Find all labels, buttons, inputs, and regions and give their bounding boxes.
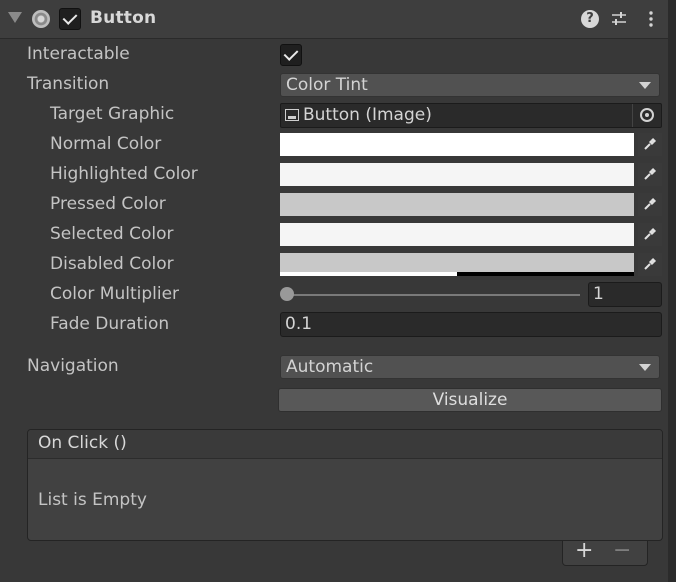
visualize-button[interactable]: Visualize bbox=[278, 388, 662, 412]
transition-label: Transition bbox=[27, 74, 110, 94]
component-enabled-checkbox[interactable] bbox=[59, 8, 81, 30]
color-multiplier-slider-thumb[interactable] bbox=[280, 287, 294, 301]
navigation-dropdown[interactable]: Automatic bbox=[280, 355, 660, 379]
foldout-arrow-icon[interactable] bbox=[8, 12, 22, 23]
settings-sliders-icon[interactable] bbox=[610, 10, 628, 28]
color-multiplier-label: Color Multiplier bbox=[50, 284, 180, 304]
on-click-event-list: On Click () List is Empty bbox=[27, 429, 663, 541]
button-component-icon bbox=[32, 10, 50, 28]
object-picker-button[interactable] bbox=[632, 104, 661, 127]
normal-color-eyedropper-button[interactable] bbox=[638, 133, 662, 156]
eyedropper-icon bbox=[644, 227, 657, 240]
highlighted-color-label: Highlighted Color bbox=[50, 164, 198, 184]
normal-color-field[interactable] bbox=[280, 133, 634, 156]
help-icon[interactable]: ? bbox=[581, 10, 599, 28]
target-graphic-label: Target Graphic bbox=[50, 104, 175, 124]
navigation-value: Automatic bbox=[286, 357, 374, 377]
disabled-color-field[interactable] bbox=[280, 253, 634, 276]
selected-color-label: Selected Color bbox=[50, 224, 174, 244]
kebab-menu-icon[interactable] bbox=[642, 10, 660, 28]
navigation-label: Navigation bbox=[27, 356, 119, 376]
interactable-label: Interactable bbox=[27, 44, 130, 64]
disabled-color-label: Disabled Color bbox=[50, 254, 174, 274]
kebab-menu-icon-graphic bbox=[649, 11, 653, 27]
pressed-color-field[interactable] bbox=[280, 193, 634, 216]
disabled-color-alpha-bar bbox=[280, 272, 634, 276]
color-multiplier-slider-track[interactable] bbox=[286, 294, 580, 296]
eyedropper-icon bbox=[644, 197, 657, 210]
on-click-title: On Click () bbox=[38, 433, 127, 453]
target-graphic-field[interactable]: Button (Image) bbox=[280, 103, 662, 128]
fade-duration-label: Fade Duration bbox=[50, 314, 170, 334]
highlighted-color-eyedropper-button[interactable] bbox=[638, 163, 662, 186]
component-header: Button ? bbox=[0, 0, 668, 39]
transition-dropdown[interactable]: Color Tint bbox=[280, 73, 660, 97]
pressed-color-label: Pressed Color bbox=[50, 194, 166, 214]
settings-sliders-icon-graphic bbox=[612, 12, 626, 25]
empty-list-message: List is Empty bbox=[38, 490, 147, 510]
pressed-color-eyedropper-button[interactable] bbox=[638, 193, 662, 216]
list-controls: + − bbox=[562, 539, 648, 566]
remove-event-button[interactable]: − bbox=[613, 539, 631, 563]
interactable-checkbox[interactable] bbox=[280, 44, 302, 66]
selected-color-eyedropper-button[interactable] bbox=[638, 223, 662, 246]
transition-value: Color Tint bbox=[286, 75, 368, 95]
chevron-down-icon bbox=[639, 364, 651, 371]
object-picker-icon bbox=[640, 108, 654, 122]
component-title: Button bbox=[90, 8, 157, 28]
target-graphic-value: Button (Image) bbox=[303, 105, 432, 125]
inspector-scrollbar-gutter bbox=[668, 0, 676, 582]
eyedropper-icon bbox=[644, 167, 657, 180]
highlighted-color-field[interactable] bbox=[280, 163, 634, 186]
color-multiplier-input[interactable]: 1 bbox=[588, 282, 662, 307]
on-click-header: On Click () bbox=[28, 430, 662, 459]
check-icon bbox=[62, 10, 78, 25]
eyedropper-icon bbox=[644, 257, 657, 270]
image-object-icon bbox=[285, 109, 299, 121]
inspector-panel: Button ? Interactable Transition Color T… bbox=[0, 0, 676, 582]
fade-duration-input[interactable]: 0.1 bbox=[280, 312, 662, 337]
disabled-color-eyedropper-button[interactable] bbox=[638, 253, 662, 276]
chevron-down-icon bbox=[639, 82, 651, 89]
selected-color-field[interactable] bbox=[280, 223, 634, 246]
add-event-button[interactable]: + bbox=[575, 539, 593, 563]
normal-color-label: Normal Color bbox=[50, 134, 162, 154]
eyedropper-icon bbox=[644, 137, 657, 150]
check-icon bbox=[283, 46, 299, 61]
